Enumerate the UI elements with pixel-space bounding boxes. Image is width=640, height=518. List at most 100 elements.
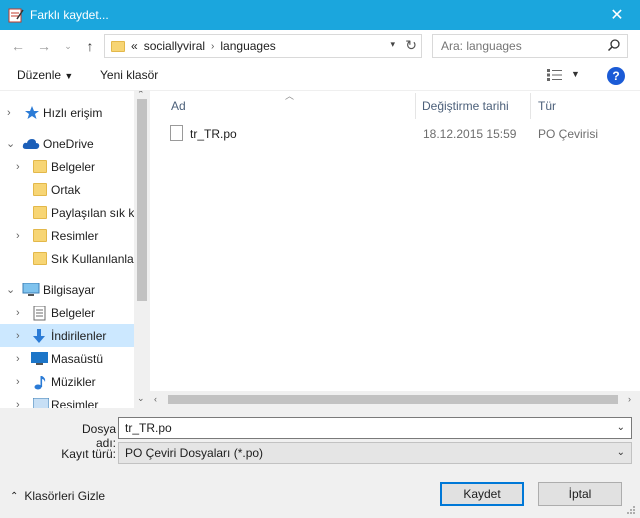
column-header-date[interactable]: Değiştirme tarihi: [422, 99, 509, 113]
nav-item-downloads[interactable]: › İndirilenler: [0, 324, 134, 347]
back-arrow-icon[interactable]: ←: [8, 36, 28, 56]
nav-item-computer[interactable]: ⌄ Bilgisayar: [0, 278, 134, 301]
address-row: ← → ⌄ ↑ « sociallyviral › languages ▾ ↻: [0, 30, 640, 62]
breadcrumb-item[interactable]: languages: [220, 39, 275, 53]
file-icon: [170, 125, 183, 141]
chevron-down-icon[interactable]: ⌄: [6, 137, 15, 150]
nav-item-label: Resimler: [51, 228, 99, 243]
star-icon: [24, 105, 40, 120]
file-type: PO Çevirisi: [538, 127, 599, 141]
scroll-right-arrow-icon[interactable]: ›: [628, 394, 631, 404]
breadcrumb-item[interactable]: sociallyviral: [144, 39, 205, 53]
nav-item-quick-access[interactable]: › Hızlı erişim: [0, 101, 134, 124]
recent-locations-chevron-icon[interactable]: ⌄: [58, 36, 78, 56]
cancel-button[interactable]: İptal: [538, 482, 622, 506]
nav-item-shared-favorites[interactable]: Paylaşılan sık ku: [0, 201, 141, 224]
chevron-right-icon[interactable]: ›: [16, 161, 20, 173]
refresh-icon[interactable]: ↻: [405, 37, 417, 54]
nav-item-label: Belgeler: [51, 159, 96, 174]
pictures-icon: [32, 397, 50, 408]
horizontal-scrollbar[interactable]: ‹ ›: [150, 391, 640, 408]
filetype-select[interactable]: PO Çeviri Dosyaları (*.po) ⌄: [118, 442, 632, 464]
window-title: Farklı kaydet...: [30, 8, 109, 22]
scroll-left-arrow-icon[interactable]: ‹: [154, 394, 157, 404]
file-list: ︿ Ad Değiştirme tarihi Tür tr_TR.po 18.1…: [150, 90, 640, 408]
filetype-value: PO Çeviri Dosyaları (*.po): [125, 446, 264, 460]
nav-item-label: Müzikler: [51, 374, 96, 389]
desktop-icon: [31, 351, 48, 366]
column-divider[interactable]: [415, 93, 416, 119]
music-icon: [33, 375, 49, 389]
nav-item-onedrive-pictures[interactable]: › Resimler: [0, 224, 134, 247]
save-form: Dosya adı: ⌄ Kayıt türü: PO Çeviri Dosya…: [0, 408, 640, 518]
chevron-right-icon[interactable]: ›: [16, 353, 20, 365]
chevron-right-icon[interactable]: ›: [7, 107, 11, 119]
chevron-right-icon[interactable]: ›: [16, 307, 20, 319]
chevron-down-icon[interactable]: ⌄: [6, 283, 15, 296]
breadcrumb-overflow[interactable]: «: [131, 39, 138, 53]
filetype-label: Kayıt türü:: [61, 447, 116, 461]
breadcrumb-separator-icon[interactable]: ›: [211, 41, 214, 52]
nav-item-label: Sık Kullanılanlar: [51, 251, 138, 266]
scrollbar-thumb[interactable]: [168, 395, 618, 404]
column-divider[interactable]: [530, 93, 531, 119]
address-bar[interactable]: « sociallyviral › languages ▾ ↻: [104, 34, 422, 58]
chevron-down-icon: ▼: [64, 71, 74, 81]
toolbar: Düzenle ▼ Yeni klasör ▼ ?: [0, 62, 640, 90]
hide-folders-toggle[interactable]: ⌃ Klasörleri Gizle: [10, 489, 105, 503]
forward-arrow-icon[interactable]: →: [34, 36, 54, 56]
nav-item-onedrive[interactable]: ⌄ OneDrive: [0, 132, 134, 155]
folder-icon: [111, 40, 125, 52]
nav-item-label: Belgeler: [51, 305, 96, 320]
help-icon[interactable]: ?: [607, 67, 625, 85]
chevron-down-icon[interactable]: ⌄: [617, 447, 625, 458]
chevron-down-icon[interactable]: ▼: [571, 69, 580, 79]
nav-item-label: Masaüstü: [51, 351, 104, 366]
scroll-down-arrow-icon[interactable]: ⌄: [137, 393, 145, 404]
scrollbar-thumb[interactable]: [137, 99, 147, 301]
new-folder-button[interactable]: Yeni klasör: [100, 68, 158, 82]
column-header-name[interactable]: Ad: [171, 99, 186, 113]
chevron-right-icon[interactable]: ›: [16, 230, 20, 242]
save-button[interactable]: Kaydet: [440, 482, 524, 506]
up-arrow-icon[interactable]: ↑: [80, 36, 100, 56]
search-box[interactable]: [432, 34, 628, 58]
folder-icon: [33, 160, 47, 173]
navigation-pane: › Hızlı erişim ⌄ OneDrive › Belgeler Ort…: [0, 90, 150, 408]
file-row[interactable]: tr_TR.po 18.12.2015 15:59 PO Çevirisi: [170, 123, 630, 145]
file-date: 18.12.2015 15:59: [423, 127, 517, 141]
nav-item-pictures[interactable]: › Resimler: [0, 393, 134, 408]
chevron-down-icon[interactable]: ⌄: [617, 422, 625, 433]
nav-item-onedrive-documents[interactable]: › Belgeler: [0, 155, 134, 178]
search-icon[interactable]: [607, 38, 621, 55]
filename-input[interactable]: [125, 421, 605, 435]
nav-item-shared[interactable]: Ortak: [0, 178, 134, 201]
chevron-right-icon[interactable]: ›: [16, 376, 20, 388]
cloud-icon: [22, 137, 40, 151]
nav-item-label: İndirilenler: [51, 328, 107, 343]
nav-item-label: Paylaşılan sık ku: [51, 205, 142, 220]
close-icon[interactable]: ✕: [594, 0, 640, 30]
nav-item-label: Hızlı erişim: [43, 105, 103, 120]
folder-icon: [33, 229, 47, 242]
nav-scrollbar[interactable]: ⌃ ⌄: [134, 91, 150, 408]
nav-item-desktop[interactable]: › Masaüstü: [0, 347, 134, 370]
chevron-down-icon[interactable]: ▾: [390, 39, 395, 50]
chevron-up-icon: ⌃: [10, 490, 19, 502]
save-as-icon: [8, 7, 24, 23]
resize-grip-icon[interactable]: [626, 504, 636, 514]
filename-label: Dosya adı:: [81, 422, 116, 450]
sort-ascending-icon: ︿: [285, 91, 295, 101]
column-header-type[interactable]: Tür: [538, 99, 556, 113]
nav-item-favorites[interactable]: Sık Kullanılanlar: [0, 247, 138, 270]
view-options-icon[interactable]: [547, 69, 563, 81]
nav-item-documents[interactable]: › Belgeler: [0, 301, 134, 324]
filename-field[interactable]: ⌄: [118, 417, 632, 439]
documents-icon: [33, 305, 49, 320]
nav-item-music[interactable]: › Müzikler: [0, 370, 134, 393]
organize-button[interactable]: Düzenle ▼: [17, 68, 73, 82]
chevron-right-icon[interactable]: ›: [16, 399, 20, 409]
chevron-right-icon[interactable]: ›: [16, 330, 20, 342]
folder-icon: [33, 183, 47, 196]
search-input[interactable]: [441, 39, 591, 53]
